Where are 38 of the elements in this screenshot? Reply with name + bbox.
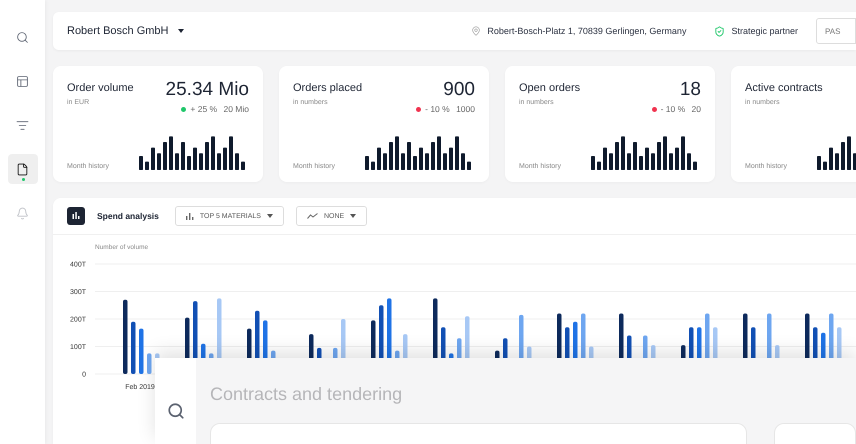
kpi-title: Active contracts xyxy=(745,82,823,94)
line-chart-icon xyxy=(306,213,318,219)
company-dropdown[interactable]: Robert Bosch GmbH xyxy=(67,25,184,37)
reference-value: 20 Mio xyxy=(222,104,249,114)
address-text: Robert-Bosch-Platz 1, 70839 Gerlingen, Germany xyxy=(487,26,686,36)
caret-icon xyxy=(178,29,184,33)
active-dot xyxy=(22,178,24,181)
trend-change: + 25 % xyxy=(190,104,218,114)
chart-bar xyxy=(131,322,136,374)
chart-bar xyxy=(139,328,144,374)
caret-icon xyxy=(350,214,356,218)
panel-title: Spend analysis xyxy=(97,211,159,221)
kpi-value: 18 xyxy=(678,79,701,101)
kpi-title: Order volume xyxy=(67,82,134,94)
partner-label: Strategic partner xyxy=(731,26,798,36)
filter-icon xyxy=(16,118,29,132)
period-button[interactable]: PAS xyxy=(816,18,856,44)
kpi-title: Orders placed xyxy=(293,82,362,94)
bar-chart-icon xyxy=(186,212,194,220)
search-icon xyxy=(166,402,184,420)
sidebar-item[interactable] xyxy=(8,154,38,184)
panel-title: Contracts and tendering xyxy=(210,384,404,405)
table-layout-icon xyxy=(16,74,29,88)
kpi-title: Open orders xyxy=(519,82,580,94)
bar-chart-icon xyxy=(67,207,85,225)
location-pin-icon xyxy=(471,26,482,36)
shield-check-icon xyxy=(714,26,726,36)
kpi-value: 25.34 Mio xyxy=(166,79,249,101)
trend-change: - 10 % xyxy=(660,104,686,114)
search-icon xyxy=(16,30,29,44)
document-icon xyxy=(16,162,29,176)
chart-bar xyxy=(147,353,152,374)
caret-icon xyxy=(266,214,273,218)
reference-value: 20 xyxy=(690,104,701,114)
kpi-value: 900 xyxy=(442,79,475,101)
reference-value: 1000 xyxy=(455,104,475,114)
bell-icon xyxy=(16,206,29,220)
trend-change: - 10 % xyxy=(425,104,450,114)
